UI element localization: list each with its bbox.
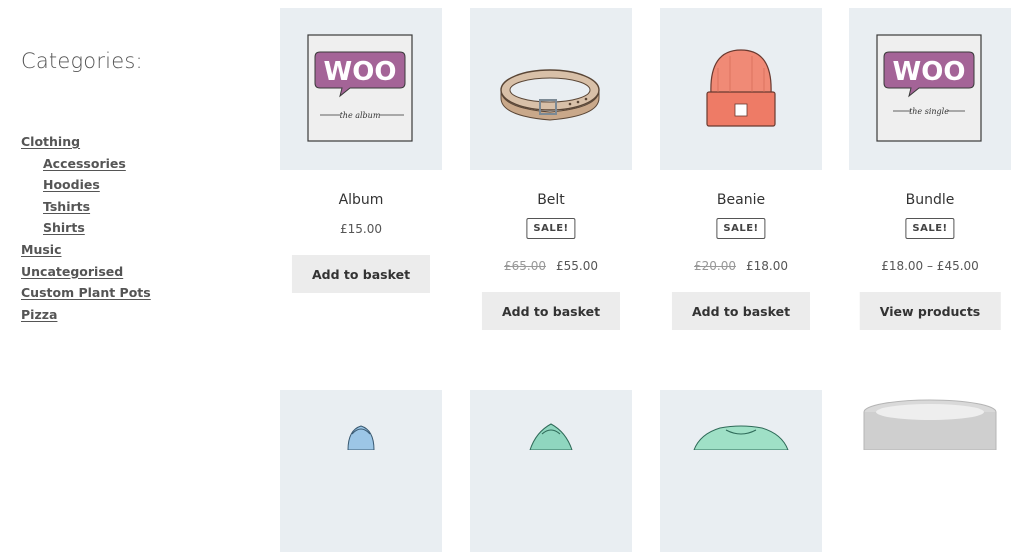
view-products-button[interactable]: View products <box>859 292 1001 330</box>
product-name[interactable]: Belt <box>470 192 632 208</box>
single-cover-text: WOO <box>893 57 966 87</box>
category-item-hoodies: Hoodies <box>21 174 151 196</box>
product-price: £65.00 £55.00 <box>470 259 632 273</box>
product-image-plant-pot[interactable] <box>849 390 1011 552</box>
sale-badge: SALE! <box>905 218 955 239</box>
category-item-music: Music <box>21 239 151 261</box>
product-card-row2-2 <box>470 390 632 552</box>
category-link-uncategorised[interactable]: Uncategorised <box>21 264 123 279</box>
single-cover-caption: the single <box>909 107 949 116</box>
sale-badge: SALE! <box>526 218 576 239</box>
product-card-album: WOO the album Album £15.00 Add to basket <box>280 8 442 293</box>
current-price: £15.00 <box>340 222 382 236</box>
album-cover-caption: the album <box>340 111 381 120</box>
category-item-accessories: Accessories <box>21 153 151 175</box>
category-link-clothing[interactable]: Clothing <box>21 134 80 149</box>
product-card-beanie: Beanie SALE! £20.00 £18.00 Add to basket <box>660 8 822 330</box>
sale-badge: SALE! <box>716 218 766 239</box>
product-image-belt[interactable] <box>470 8 632 170</box>
product-price: £20.00 £18.00 <box>660 259 822 273</box>
product-card-belt: Belt SALE! £65.00 £55.00 Add to basket <box>470 8 632 330</box>
category-list: Clothing Accessories Hoodies Tshirts Shi… <box>21 131 151 325</box>
category-link-tshirts[interactable]: Tshirts <box>43 199 90 214</box>
category-item-uncategorised: Uncategorised <box>21 261 151 283</box>
product-image-hoodie-with-cap[interactable] <box>280 390 442 552</box>
category-link-pizza[interactable]: Pizza <box>21 307 57 322</box>
product-name[interactable]: Bundle <box>849 192 1011 208</box>
product-image-beanie[interactable] <box>660 8 822 170</box>
add-to-basket-button[interactable]: Add to basket <box>291 255 431 293</box>
category-link-music[interactable]: Music <box>21 242 61 257</box>
product-name[interactable]: Album <box>280 192 442 208</box>
product-price: £15.00 <box>280 222 442 236</box>
original-price: £65.00 <box>504 259 546 273</box>
add-to-basket-button[interactable]: Add to basket <box>671 292 811 330</box>
beanie-icon <box>706 49 776 127</box>
category-item-pizza: Pizza <box>21 304 151 326</box>
categories-title: Categories: <box>21 49 143 73</box>
hoodie-with-cap-icon <box>347 425 375 451</box>
category-item-clothing: Clothing <box>21 131 151 153</box>
product-card-bundle: WOO the single Bundle SALE! £18.00 – £45… <box>849 8 1011 330</box>
category-item-tshirts: Tshirts <box>21 196 151 218</box>
category-link-hoodies[interactable]: Hoodies <box>43 177 100 192</box>
category-item-custom-plant-pots: Custom Plant Pots <box>21 282 151 304</box>
price-range: £18.00 – £45.00 <box>881 259 979 273</box>
category-link-shirts[interactable]: Shirts <box>43 220 85 235</box>
sale-price: £55.00 <box>556 259 598 273</box>
category-link-custom-plant-pots[interactable]: Custom Plant Pots <box>21 285 151 300</box>
product-card-row2-3 <box>660 390 822 552</box>
category-item-shirts: Shirts <box>21 217 151 239</box>
album-cover-text: WOO <box>324 57 397 87</box>
product-card-row2-1 <box>280 390 442 552</box>
woo-album-cover-icon: WOO the album <box>307 34 413 142</box>
plant-pot-icon <box>863 399 997 451</box>
long-sleeve-tee-icon <box>693 425 789 451</box>
product-image-bundle[interactable]: WOO the single <box>849 8 1011 170</box>
product-image-album[interactable]: WOO the album <box>280 8 442 170</box>
add-to-basket-button[interactable]: Add to basket <box>481 292 621 330</box>
product-price: £18.00 – £45.00 <box>849 259 1011 273</box>
hoodie-icon <box>529 423 573 451</box>
category-link-accessories[interactable]: Accessories <box>43 156 126 171</box>
product-name[interactable]: Beanie <box>660 192 822 208</box>
product-image-long-sleeve-tee[interactable] <box>660 390 822 552</box>
sale-price: £18.00 <box>746 259 788 273</box>
product-image-hoodie[interactable] <box>470 390 632 552</box>
belt-icon <box>500 69 600 121</box>
original-price: £20.00 <box>694 259 736 273</box>
woo-single-cover-icon: WOO the single <box>876 34 982 142</box>
product-card-row2-4 <box>849 390 1011 552</box>
